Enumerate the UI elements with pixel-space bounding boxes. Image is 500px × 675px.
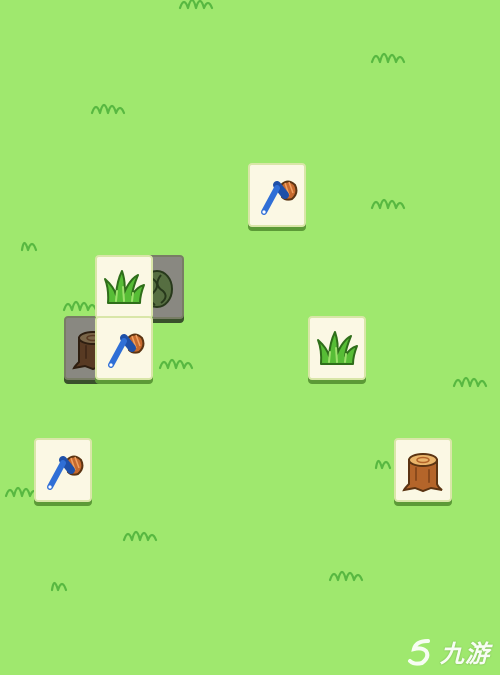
brush-icon [108,333,145,368]
brush-icon [47,455,84,490]
brush-icon [261,180,298,215]
grass-icon [104,270,145,304]
grass-tuft-icon [122,522,158,542]
grass-tuft-icon [90,95,126,115]
mahjong-tile-stump[interactable] [394,438,452,502]
grass-tuft-icon [18,232,42,252]
grass-tuft-icon [452,368,488,388]
mahjong-tile-grass[interactable] [95,255,153,319]
grass-tuft-icon [370,190,406,210]
watermark: 九游 [406,634,490,669]
game-board [0,0,500,675]
grass-tuft-icon [62,292,98,312]
grass-tuft-icon [370,44,406,64]
grass-tuft-icon [328,562,364,582]
grass-tuft-icon [158,350,194,370]
mahjong-tile-brush[interactable] [34,438,92,502]
watermark-text: 九游 [440,640,490,668]
grass-tuft-icon [48,572,72,592]
mahjong-tile-brush[interactable] [248,163,306,227]
tree-stump-icon [402,453,443,493]
grass-tuft-icon [372,450,396,470]
grass-icon [317,331,358,365]
mahjong-tile-grass[interactable] [308,316,366,380]
mahjong-tile-brush[interactable] [95,316,153,380]
grass-tuft-icon [178,0,214,10]
jiuyou-logo-icon [408,638,430,666]
